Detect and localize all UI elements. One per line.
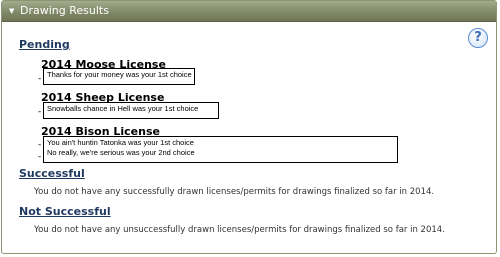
result-line: Snowballs chance in Hell was your 1st ch…: [47, 104, 199, 113]
pending-heading: Pending: [19, 38, 70, 51]
panel-title: Drawing Results: [20, 4, 109, 17]
result-box-moose: Thanks for your money was your 1st choic…: [43, 68, 195, 85]
result-box-sheep: Snowballs chance in Hell was your 1st ch…: [43, 102, 219, 119]
collapse-arrow-icon[interactable]: ▼: [9, 1, 14, 21]
result-line: Thanks for your money was your 1st choic…: [47, 70, 192, 79]
result-line: No really, we're serious was your 2nd ch…: [47, 148, 195, 157]
not-successful-message: You do not have any unsuccessfully drawn…: [34, 225, 445, 235]
successful-message: You do not have any successfully drawn l…: [34, 187, 435, 197]
result-box-bison: You ain't huntin Tatonka was your 1st ch…: [43, 136, 398, 163]
result-bullet: -: [38, 140, 42, 150]
result-bullet: -: [38, 74, 42, 84]
not-successful-heading: Not Successful: [19, 205, 111, 218]
help-icon[interactable]: ?: [468, 28, 488, 48]
successful-heading: Successful: [19, 167, 85, 180]
result-line: You ain't huntin Tatonka was your 1st ch…: [47, 138, 194, 147]
panel-header[interactable]: ▼ Drawing Results: [2, 1, 496, 22]
result-bullet: -: [38, 152, 42, 162]
result-bullet: -: [38, 107, 42, 117]
